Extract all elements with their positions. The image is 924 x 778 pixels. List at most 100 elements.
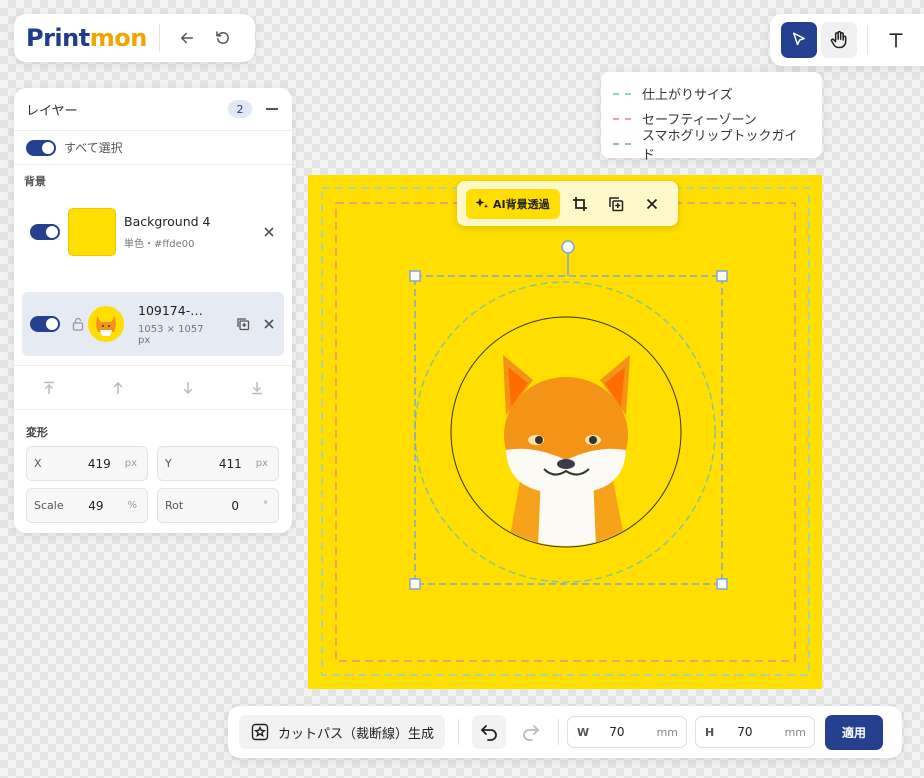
canvas-content xyxy=(321,187,810,676)
legend-trim-size: 仕上がりサイズ xyxy=(613,81,810,106)
minimize-icon[interactable] xyxy=(266,108,278,110)
divider xyxy=(558,719,560,745)
layer-item-image[interactable]: 109174-… 1053 × 1057 px xyxy=(22,292,284,356)
rotate-handle[interactable] xyxy=(561,240,575,254)
ai-background-removal-button[interactable]: AI背景透過 xyxy=(466,188,560,219)
layer-order-controls xyxy=(14,365,292,410)
select-all-toggle[interactable] xyxy=(26,139,56,156)
field-label: Rot xyxy=(165,499,184,512)
apply-button[interactable]: 適用 xyxy=(825,714,884,750)
cut-path-label: カットパス（裁断線）生成 xyxy=(278,726,435,742)
x-position-field[interactable]: X 419 px xyxy=(26,446,148,481)
resize-handle-bottom-right[interactable] xyxy=(716,578,728,590)
redo-button[interactable] xyxy=(514,715,548,749)
scale-field[interactable]: Scale 49 % xyxy=(26,488,148,523)
image-size: 1053 × 1057 xyxy=(138,323,204,335)
text-tool-button[interactable] xyxy=(878,22,914,58)
logo-part-print: Print xyxy=(26,24,90,52)
close-icon xyxy=(264,227,274,237)
undo-button[interactable] xyxy=(472,715,507,749)
generate-cut-path-button[interactable]: カットパス（裁断線）生成 xyxy=(239,715,446,749)
visibility-toggle[interactable] xyxy=(30,316,60,332)
star-outline-icon xyxy=(251,723,269,741)
field-value[interactable]: 49 xyxy=(88,499,103,513)
layer-name: Background 4 xyxy=(124,214,211,229)
layers-panel: レイヤー 2 すべて選択 背景 Background 4 単色・#ffde00 … xyxy=(14,88,292,533)
move-up-icon[interactable] xyxy=(111,381,125,395)
field-label: Y xyxy=(165,457,172,470)
rotation-field[interactable]: Rot 0 ° xyxy=(157,488,279,523)
move-to-bottom-icon[interactable] xyxy=(250,381,264,395)
field-label: H xyxy=(705,725,715,739)
move-down-icon[interactable] xyxy=(181,381,195,395)
design-canvas[interactable] xyxy=(308,175,822,689)
color-swatch[interactable] xyxy=(68,208,116,256)
divider xyxy=(458,719,460,745)
field-value[interactable]: 70 xyxy=(737,725,752,739)
field-label: X xyxy=(34,457,42,470)
image-floating-toolbar: AI背景透過 xyxy=(457,181,678,226)
hand-icon xyxy=(830,30,847,49)
delete-layer-button[interactable] xyxy=(260,315,278,333)
rotate-ccw-icon xyxy=(216,31,229,44)
divider xyxy=(158,24,160,52)
duplicate-icon xyxy=(237,318,250,331)
resize-handle-top-left[interactable] xyxy=(409,270,421,282)
field-value[interactable]: 70 xyxy=(609,725,624,739)
layers-header: レイヤー 2 xyxy=(14,88,292,131)
layer-detail: 1053 × 1057 px xyxy=(138,324,204,346)
dashed-line-icon xyxy=(613,92,631,95)
shiba-inu-image[interactable] xyxy=(450,316,682,548)
legend-label: スマホグリップトックガイド xyxy=(641,128,798,163)
legend-grip-guide: スマホグリップトックガイド xyxy=(613,129,810,163)
select-tool-button[interactable] xyxy=(781,22,817,58)
legend-label: 仕上がりサイズ xyxy=(642,88,733,103)
undo-icon xyxy=(480,725,497,741)
dashed-line-icon xyxy=(613,142,631,145)
image-thumbnail xyxy=(88,306,124,342)
brand-bar: Printmon xyxy=(14,14,255,62)
visibility-toggle[interactable] xyxy=(30,224,60,240)
select-all-row: すべて選択 xyxy=(14,131,292,165)
layer-count-badge: 2 xyxy=(228,100,252,118)
move-to-top-icon[interactable] xyxy=(42,381,56,395)
divider xyxy=(867,26,868,54)
delete-layer-button[interactable] xyxy=(260,223,278,241)
resize-handle-top-right[interactable] xyxy=(716,270,728,282)
field-value[interactable]: 411 xyxy=(219,457,242,471)
layer-item-background[interactable]: Background 4 単色・#ffde00 xyxy=(22,201,284,263)
background-section-label: 背景 xyxy=(24,175,46,188)
field-unit: mm xyxy=(784,725,807,739)
resize-handle-bottom-left[interactable] xyxy=(409,578,421,590)
printmon-logo[interactable]: Printmon xyxy=(26,24,147,52)
crop-button[interactable] xyxy=(562,189,598,219)
unlock-icon[interactable] xyxy=(72,317,84,331)
y-position-field[interactable]: Y 411 px xyxy=(157,446,279,481)
field-label: W xyxy=(577,725,590,739)
field-unit: mm xyxy=(656,725,679,739)
field-value[interactable]: 0 xyxy=(231,499,239,513)
bottom-toolbar: カットパス（裁断線）生成 W 70 mm H 70 mm 適用 xyxy=(228,706,902,758)
duplicate-button[interactable] xyxy=(598,189,634,219)
width-field[interactable]: W 70 mm xyxy=(567,716,688,748)
back-button[interactable] xyxy=(172,23,202,53)
duplicate-layer-button[interactable] xyxy=(234,315,252,333)
redo-icon xyxy=(523,725,540,741)
field-unit: % xyxy=(127,500,137,511)
guide-legend: 仕上がりサイズ セーフティーゾーン スマホグリップトックガイド xyxy=(601,72,822,163)
height-field[interactable]: H 70 mm xyxy=(695,716,816,748)
cursor-arrow-icon xyxy=(793,32,805,46)
tool-palette xyxy=(770,14,924,66)
reset-button[interactable] xyxy=(208,23,238,53)
layer-detail: 単色・#ffde00 xyxy=(124,239,195,250)
arrow-left-icon xyxy=(180,32,193,44)
sparkles-icon xyxy=(475,197,489,208)
close-toolbar-button[interactable] xyxy=(634,189,670,219)
select-all-label: すべて選択 xyxy=(64,141,123,155)
hand-tool-button[interactable] xyxy=(821,22,857,58)
field-unit: px xyxy=(255,458,268,469)
ai-button-label: AI背景透過 xyxy=(493,197,550,211)
field-value[interactable]: 419 xyxy=(88,457,111,471)
logo-part-mon: mon xyxy=(89,24,148,52)
close-icon xyxy=(646,198,657,209)
